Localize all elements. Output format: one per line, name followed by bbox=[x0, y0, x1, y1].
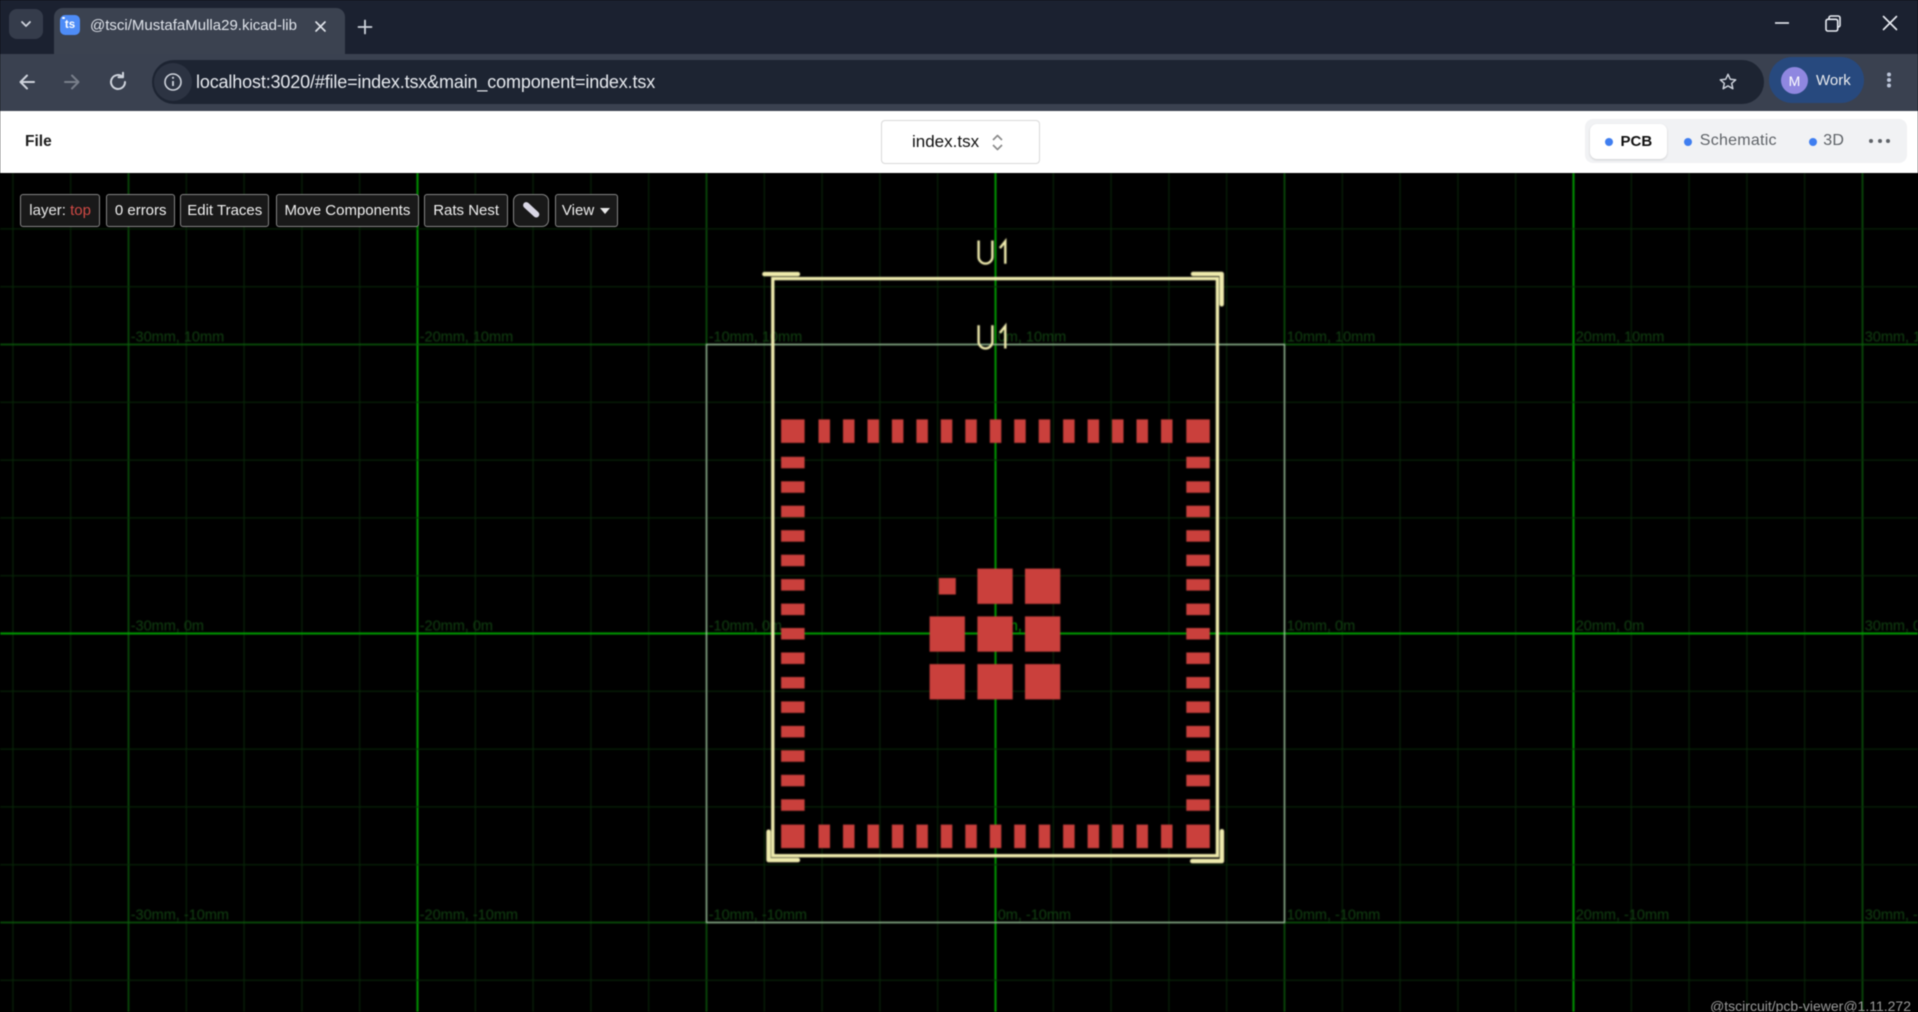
svg-text:-30mm, 10mm: -30mm, 10mm bbox=[131, 330, 224, 346]
svg-text:-10mm, -10mm: -10mm, -10mm bbox=[709, 908, 807, 924]
svg-text:30mm, 0m: 30mm, 0m bbox=[1865, 619, 1918, 635]
svg-text:10mm, 10mm: 10mm, 10mm bbox=[1287, 330, 1376, 346]
svg-text:30mm, -10mm: 30mm, -10mm bbox=[1865, 908, 1918, 924]
svg-text:-10mm, 10mm: -10mm, 10mm bbox=[709, 330, 802, 346]
svg-text:-20mm, 0m: -20mm, 0m bbox=[420, 619, 493, 635]
svg-text:20mm, -10mm: 20mm, -10mm bbox=[1576, 908, 1669, 924]
svg-text:20mm, 10mm: 20mm, 10mm bbox=[1576, 330, 1665, 346]
svg-text:0m, 10mm: 0m, 10mm bbox=[998, 330, 1066, 346]
svg-text:-20mm, -10mm: -20mm, -10mm bbox=[420, 908, 518, 924]
svg-text:10mm, 0m: 10mm, 0m bbox=[1287, 619, 1356, 635]
svg-text:10mm, -10mm: 10mm, -10mm bbox=[1287, 908, 1380, 924]
svg-text:-30mm, 0m: -30mm, 0m bbox=[131, 619, 204, 635]
svg-text:-10mm, 0m: -10mm, 0m bbox=[709, 619, 782, 635]
svg-text:30mm, 10mm: 30mm, 10mm bbox=[1865, 330, 1918, 346]
svg-text:0m, -10mm: 0m, -10mm bbox=[998, 908, 1071, 924]
svg-text:20mm, 0m: 20mm, 0m bbox=[1576, 619, 1645, 635]
svg-text:-20mm, 10mm: -20mm, 10mm bbox=[420, 330, 513, 346]
svg-text:-30mm, -10mm: -30mm, -10mm bbox=[131, 908, 229, 924]
